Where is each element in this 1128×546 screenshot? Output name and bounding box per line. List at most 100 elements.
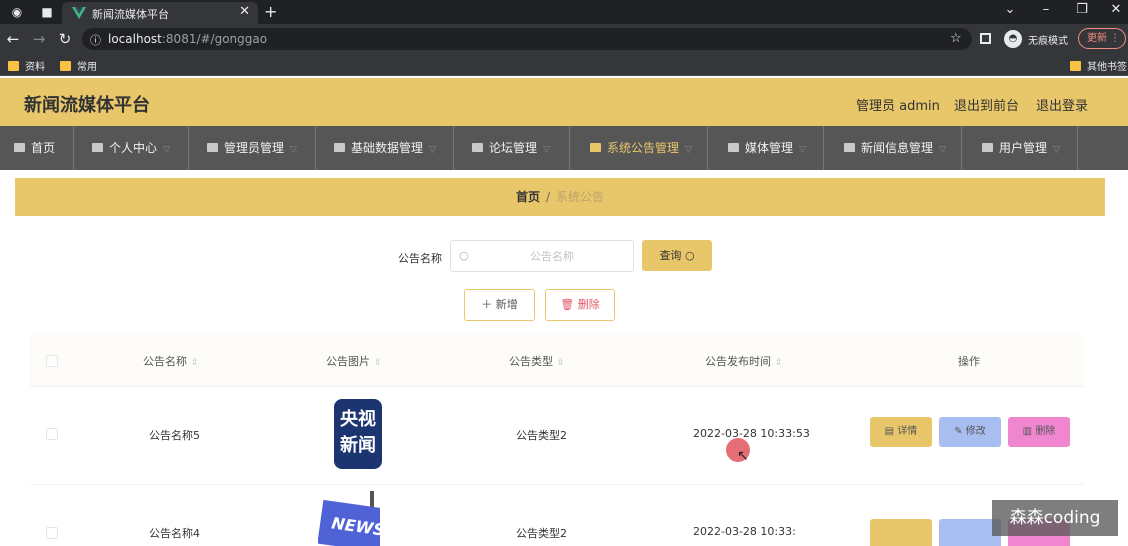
header-image[interactable]: 公告图片 ⇳ bbox=[326, 353, 382, 369]
row-checkbox[interactable] bbox=[46, 527, 58, 539]
news-thumbnail[interactable]: 央视 新闻 bbox=[320, 393, 382, 471]
batch-delete-button[interactable]: 🗑 删除 bbox=[545, 289, 615, 321]
home-icon bbox=[14, 143, 25, 152]
admin-label: 管理员 admin bbox=[856, 99, 940, 114]
reload-icon[interactable]: ↻ bbox=[56, 30, 74, 48]
news-sign-image: NEWS bbox=[318, 499, 380, 546]
breadcrumb-home[interactable]: 首页 bbox=[516, 190, 540, 204]
header-time[interactable]: 公告发布时间 ⇳ bbox=[705, 353, 783, 369]
nav-item-forum[interactable]: 论坛管理 ▽ bbox=[454, 126, 570, 170]
nav-item-admin-management[interactable]: 管理员管理 ▽ bbox=[189, 126, 316, 170]
sort-icon[interactable]: ⇳ bbox=[191, 358, 199, 368]
table-row: 公告名称4 NEWS 公告类型2 2022-03-28 10:33: bbox=[30, 484, 1084, 546]
bookmark-folder-changyong[interactable]: 常用 bbox=[60, 58, 97, 73]
chevron-down-icon: ▽ bbox=[939, 145, 946, 155]
menu-icon bbox=[590, 143, 601, 152]
chrome-icon[interactable]: ◉ bbox=[8, 3, 26, 21]
breadcrumb-separator: / bbox=[545, 190, 551, 204]
back-icon[interactable]: ← bbox=[4, 30, 22, 48]
window-close-icon[interactable]: ✕ bbox=[1106, 2, 1126, 17]
side-panel-icon[interactable] bbox=[980, 33, 991, 44]
back-to-front-link[interactable]: 退出到前台 bbox=[954, 95, 1019, 114]
nav-item-media[interactable]: 媒体管理 ▽ bbox=[708, 126, 824, 170]
nav-item-users[interactable]: 用户管理 ▽ bbox=[962, 126, 1078, 170]
detail-button[interactable]: ▤ 详情 bbox=[870, 417, 932, 447]
new-tab-icon[interactable]: + bbox=[264, 2, 277, 21]
row-time: 2022-03-28 10:33: bbox=[693, 525, 796, 538]
brand-title: 新闻流媒体平台 bbox=[24, 95, 150, 116]
clock-icon bbox=[844, 143, 855, 152]
chevron-down-icon: ▽ bbox=[1053, 145, 1060, 155]
nav-item-home[interactable]: 首页 bbox=[0, 126, 74, 170]
nav-item-basic-data[interactable]: 基础数据管理 ▽ bbox=[316, 126, 454, 170]
row-name: 公告名称4 bbox=[149, 527, 200, 540]
folder-icon bbox=[1070, 61, 1081, 71]
sort-icon[interactable]: ⇳ bbox=[557, 358, 565, 368]
address-bar[interactable]: ⓘ localhost:8081/#/gonggao bbox=[82, 28, 972, 50]
table-row: 公告名称5 央视 新闻 公告类型2 2022-03-28 10:33:53 ▤ 详… bbox=[30, 386, 1084, 484]
user-card-icon bbox=[982, 143, 993, 152]
header-name[interactable]: 公告名称 ⇳ bbox=[143, 353, 199, 369]
edit-icon: ✎ bbox=[954, 426, 963, 437]
news-thumbnail[interactable]: NEWS bbox=[318, 491, 380, 546]
chevron-down-icon: ▽ bbox=[799, 145, 806, 155]
nav-item-profile[interactable]: 个人中心 ▽ bbox=[74, 126, 189, 170]
update-button[interactable]: 更新 ⋮ bbox=[1078, 28, 1126, 49]
nav-item-announcements[interactable]: 系统公告管理 ▽ bbox=[570, 126, 708, 170]
search-field[interactable]: ○ bbox=[450, 240, 634, 272]
bank-icon bbox=[207, 143, 218, 152]
select-all-checkbox[interactable] bbox=[46, 355, 58, 367]
watermark: 森森coding bbox=[992, 500, 1118, 536]
bookmark-folder-ziliao[interactable]: 资料 bbox=[8, 58, 45, 73]
row-checkbox[interactable] bbox=[46, 428, 58, 440]
site-info-icon[interactable]: ⓘ bbox=[90, 32, 101, 48]
query-button[interactable]: 查询 ○ bbox=[642, 240, 712, 271]
plus-icon: ＋ bbox=[481, 298, 493, 311]
incognito-icon[interactable]: ◓ bbox=[1004, 30, 1022, 48]
folder-icon bbox=[60, 61, 71, 71]
header-actions: 操作 bbox=[958, 355, 980, 368]
bookmark-folder-other[interactable]: 其他书签 bbox=[1070, 58, 1127, 73]
window-square-icon[interactable]: ■ bbox=[38, 3, 56, 21]
edit-button[interactable]: ✎ 修改 bbox=[939, 417, 1001, 447]
sort-icon[interactable]: ⇳ bbox=[374, 358, 382, 368]
tab-search-icon[interactable]: ⌄ bbox=[1000, 2, 1020, 17]
browser-tab-strip: ◉ ■ 新闻流媒体平台 ✕ + ⌄ – ❐ ✕ bbox=[0, 0, 1128, 24]
trash-icon: 🗑 bbox=[560, 298, 575, 311]
row-type: 公告类型2 bbox=[516, 527, 567, 540]
announcement-table: 公告名称 ⇳ 公告图片 ⇳ 公告类型 ⇳ 公告发布时间 ⇳ 操作 公告名称5 央视 新闻 … bbox=[30, 334, 1084, 546]
row-type: 公告类型2 bbox=[516, 429, 567, 442]
search-icon: ○ bbox=[684, 249, 695, 262]
logout-link[interactable]: 退出登录 bbox=[1036, 95, 1088, 114]
restore-icon[interactable]: ❐ bbox=[1072, 2, 1092, 17]
main-nav: 首页 个人中心 ▽ 管理员管理 ▽ 基础数据管理 ▽ 论坛管理 ▽ 系统公告管理 ▽ 媒体… bbox=[0, 126, 1128, 170]
search-label: 公告名称 bbox=[398, 252, 442, 265]
sort-icon[interactable]: ⇳ bbox=[775, 358, 783, 368]
cctv-news-logo: 央视 新闻 bbox=[334, 399, 382, 469]
tab-close-icon[interactable]: ✕ bbox=[239, 4, 250, 19]
vue-logo-icon bbox=[72, 7, 86, 19]
chevron-down-icon: ▽ bbox=[429, 145, 436, 155]
flag-icon bbox=[472, 143, 483, 152]
app-header: 新闻流媒体平台 管理员 admin 退出到前台 退出登录 bbox=[0, 78, 1128, 126]
browser-toolbar: ← → ↻ ⓘ localhost:8081/#/gonggao ☆ ◓ 无痕模… bbox=[0, 24, 1128, 54]
forward-icon[interactable]: → bbox=[30, 30, 48, 48]
header-type[interactable]: 公告类型 ⇳ bbox=[509, 353, 565, 369]
browser-tab-active[interactable]: 新闻流媒体平台 ✕ bbox=[62, 2, 258, 24]
user-icon bbox=[92, 143, 103, 152]
chevron-down-icon: ▽ bbox=[685, 145, 692, 155]
detail-button[interactable] bbox=[870, 519, 932, 546]
mouse-pointer-icon: ↖ bbox=[737, 448, 749, 464]
row-delete-button[interactable]: ▥ 删除 bbox=[1008, 417, 1070, 447]
nav-item-news[interactable]: 新闻信息管理 ▽ bbox=[824, 126, 962, 170]
add-button[interactable]: ＋ 新增 bbox=[464, 289, 535, 321]
tab-title: 新闻流媒体平台 bbox=[92, 8, 169, 21]
search-input[interactable] bbox=[477, 247, 627, 265]
breadcrumb-current: 系统公告 bbox=[556, 190, 605, 204]
minimize-icon[interactable]: – bbox=[1036, 2, 1056, 17]
table-header: 公告名称 ⇳ 公告图片 ⇳ 公告类型 ⇳ 公告发布时间 ⇳ 操作 bbox=[30, 334, 1084, 386]
chevron-down-icon: ▽ bbox=[290, 145, 297, 155]
chevron-down-icon: ▽ bbox=[163, 145, 170, 155]
bookmark-star-icon[interactable]: ☆ bbox=[950, 31, 962, 46]
chevron-down-icon: ▽ bbox=[543, 145, 550, 155]
